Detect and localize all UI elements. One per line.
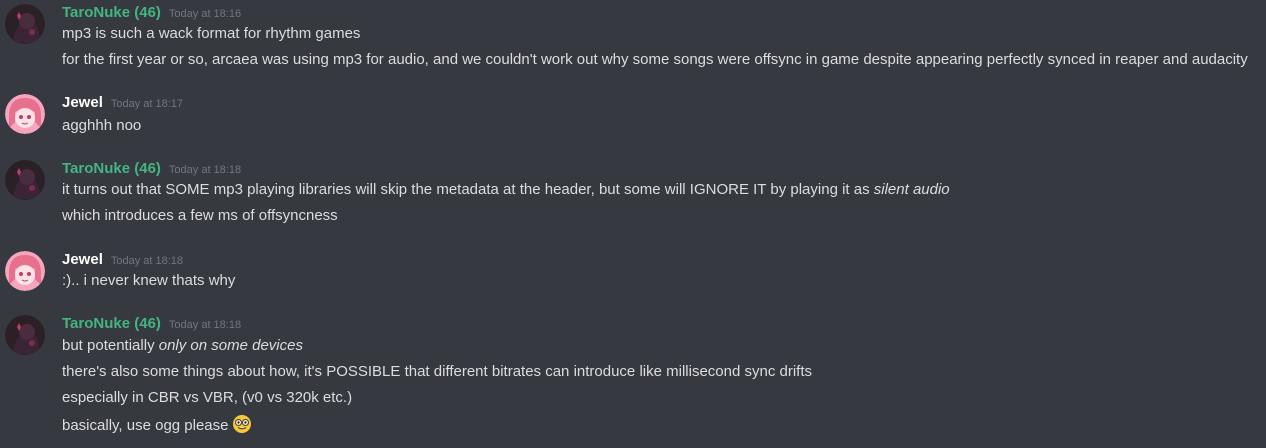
message-header: TaroNuke (46) Today at 18:18 [62,160,241,182]
username[interactable]: Jewel [62,94,103,111]
username[interactable]: TaroNuke (46) [62,4,161,21]
timestamp: Today at 18:16 [168,8,242,20]
timestamp: Today at 18:18 [168,319,242,331]
nerd-face-emoji-icon[interactable] [232,414,252,440]
message-text: for the first year or so, arcaea was usi… [62,51,1248,68]
message-text: which introduces a few ms of offsyncness [62,207,338,224]
message-text: :).. i never knew thats why [62,272,236,289]
timestamp: Today at 18:18 [110,255,184,267]
message-header: TaroNuke (46) Today at 18:18 [62,315,241,337]
scrollbar-corner[interactable] [1246,442,1260,448]
message-text-italic: silent audio [873,181,950,198]
timestamp: Today at 18:18 [168,164,242,176]
message-text: especially in CBR vs VBR, (v0 vs 320k et… [62,389,353,406]
message-text: agghhh noo [62,117,142,134]
message-text-plain: it turns out that SOME mp3 playing libra… [62,181,874,198]
avatar-taronuke-icon[interactable] [5,160,45,200]
username[interactable]: TaroNuke (46) [62,160,161,177]
message-header: Jewel Today at 18:18 [62,251,183,273]
message-text-plain: but potentially [62,337,159,354]
message-header: TaroNuke (46) Today at 18:16 [62,4,241,26]
message-text: it turns out that SOME mp3 playing libra… [62,180,950,200]
message-header: Jewel Today at 18:17 [62,94,183,116]
message-text: but potentially only on some devices [62,336,303,356]
username[interactable]: Jewel [62,251,103,268]
username[interactable]: TaroNuke (46) [62,315,161,332]
message-text-italic: only on some devices [158,337,303,354]
message-text: there's also some things about how, it's… [62,363,812,380]
timestamp: Today at 18:17 [110,98,184,110]
avatar-jewel-icon[interactable] [5,94,45,134]
avatar-taronuke-icon[interactable] [5,4,45,44]
message-text-plain: basically, use ogg please [62,417,229,434]
message-text: mp3 is such a wack format for rhythm gam… [62,25,361,42]
avatar-jewel-icon[interactable] [5,251,45,291]
avatar-taronuke-icon[interactable] [5,315,45,355]
message-text: basically, use ogg please [62,414,252,440]
